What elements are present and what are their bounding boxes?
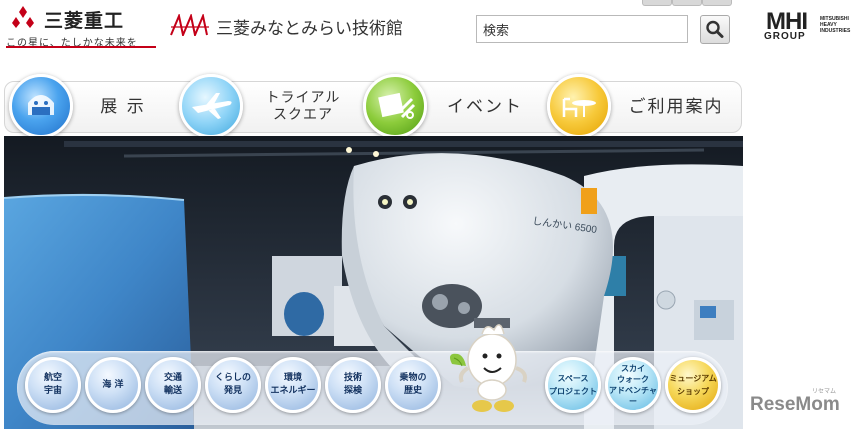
three-diamonds-icon: [12, 6, 34, 28]
category-ocean[interactable]: 海 洋: [85, 357, 141, 413]
brand-name: 三菱重工: [44, 10, 125, 32]
space-project-button[interactable]: スペース プロジェクト: [545, 357, 601, 413]
nav-item-guide[interactable]: ご利用案内: [545, 74, 741, 138]
mhi-subtext: MITSUBISHI HEAVY INDUSTRIES: [820, 16, 851, 34]
search-icon: [706, 20, 724, 38]
utility-tab[interactable]: [642, 0, 672, 6]
guide-icon: [547, 74, 611, 138]
search-input[interactable]: [476, 15, 688, 43]
resemom-ruby: リセマム: [812, 388, 837, 395]
mitsubishi-brand-logo[interactable]: 三菱重工 この星に、たしかな未来を: [6, 4, 156, 49]
nav-label: ご利用案内: [628, 96, 724, 117]
museum-name: 三菱みなとみらい技術館: [216, 19, 403, 39]
utility-tab[interactable]: [672, 0, 702, 6]
nav-item-exhibit[interactable]: 展 示: [5, 74, 183, 138]
nav-item-trial-square[interactable]: トライアル スクエア: [177, 74, 363, 138]
category-energy[interactable]: 環境 エネルギー: [265, 357, 321, 413]
category-living[interactable]: くらしの 発見: [205, 357, 261, 413]
mascot-character: [450, 324, 527, 412]
nav-item-event[interactable]: イベント: [361, 74, 547, 138]
museum-shop-button[interactable]: ミュージアム ショップ: [665, 357, 721, 413]
resemom-watermark: ReseMom: [750, 394, 840, 415]
category-aerospace[interactable]: 航空 宇宙: [25, 357, 81, 413]
airplane-icon: [179, 74, 243, 138]
mhi-group-text: GROUP: [764, 31, 806, 42]
search-button[interactable]: [700, 15, 730, 44]
nav-label: トライアル スクエア: [265, 90, 341, 123]
category-tech-explore[interactable]: 技術 探検: [325, 357, 381, 413]
nav-label: イベント: [447, 96, 523, 117]
exhibit-icon: [9, 74, 73, 138]
main-nav: 展 示 トライアル スクエア イベント ご利用案内: [4, 74, 742, 138]
event-icon: [363, 74, 427, 138]
brand-underline: [6, 46, 156, 48]
category-nav: 航空 宇宙 海 洋 交通 輸送 くらしの 発見 環境 エネルギー 技術 探検 乗…: [17, 351, 728, 425]
category-transport[interactable]: 交通 輸送: [145, 357, 201, 413]
mhi-group-logo[interactable]: MHI GROUP MITSUBISHI HEAVY INDUSTRIES: [758, 8, 856, 46]
sky-walk-button[interactable]: スカイ ウォーク アドベンチャー: [605, 357, 661, 413]
nav-label: 展 示: [100, 96, 146, 117]
category-vehicle-history[interactable]: 乗物の 歴史: [385, 357, 441, 413]
top-utility-tabs: [640, 0, 732, 6]
museum-mark-icon: [170, 14, 209, 36]
utility-tab[interactable]: [702, 0, 732, 6]
